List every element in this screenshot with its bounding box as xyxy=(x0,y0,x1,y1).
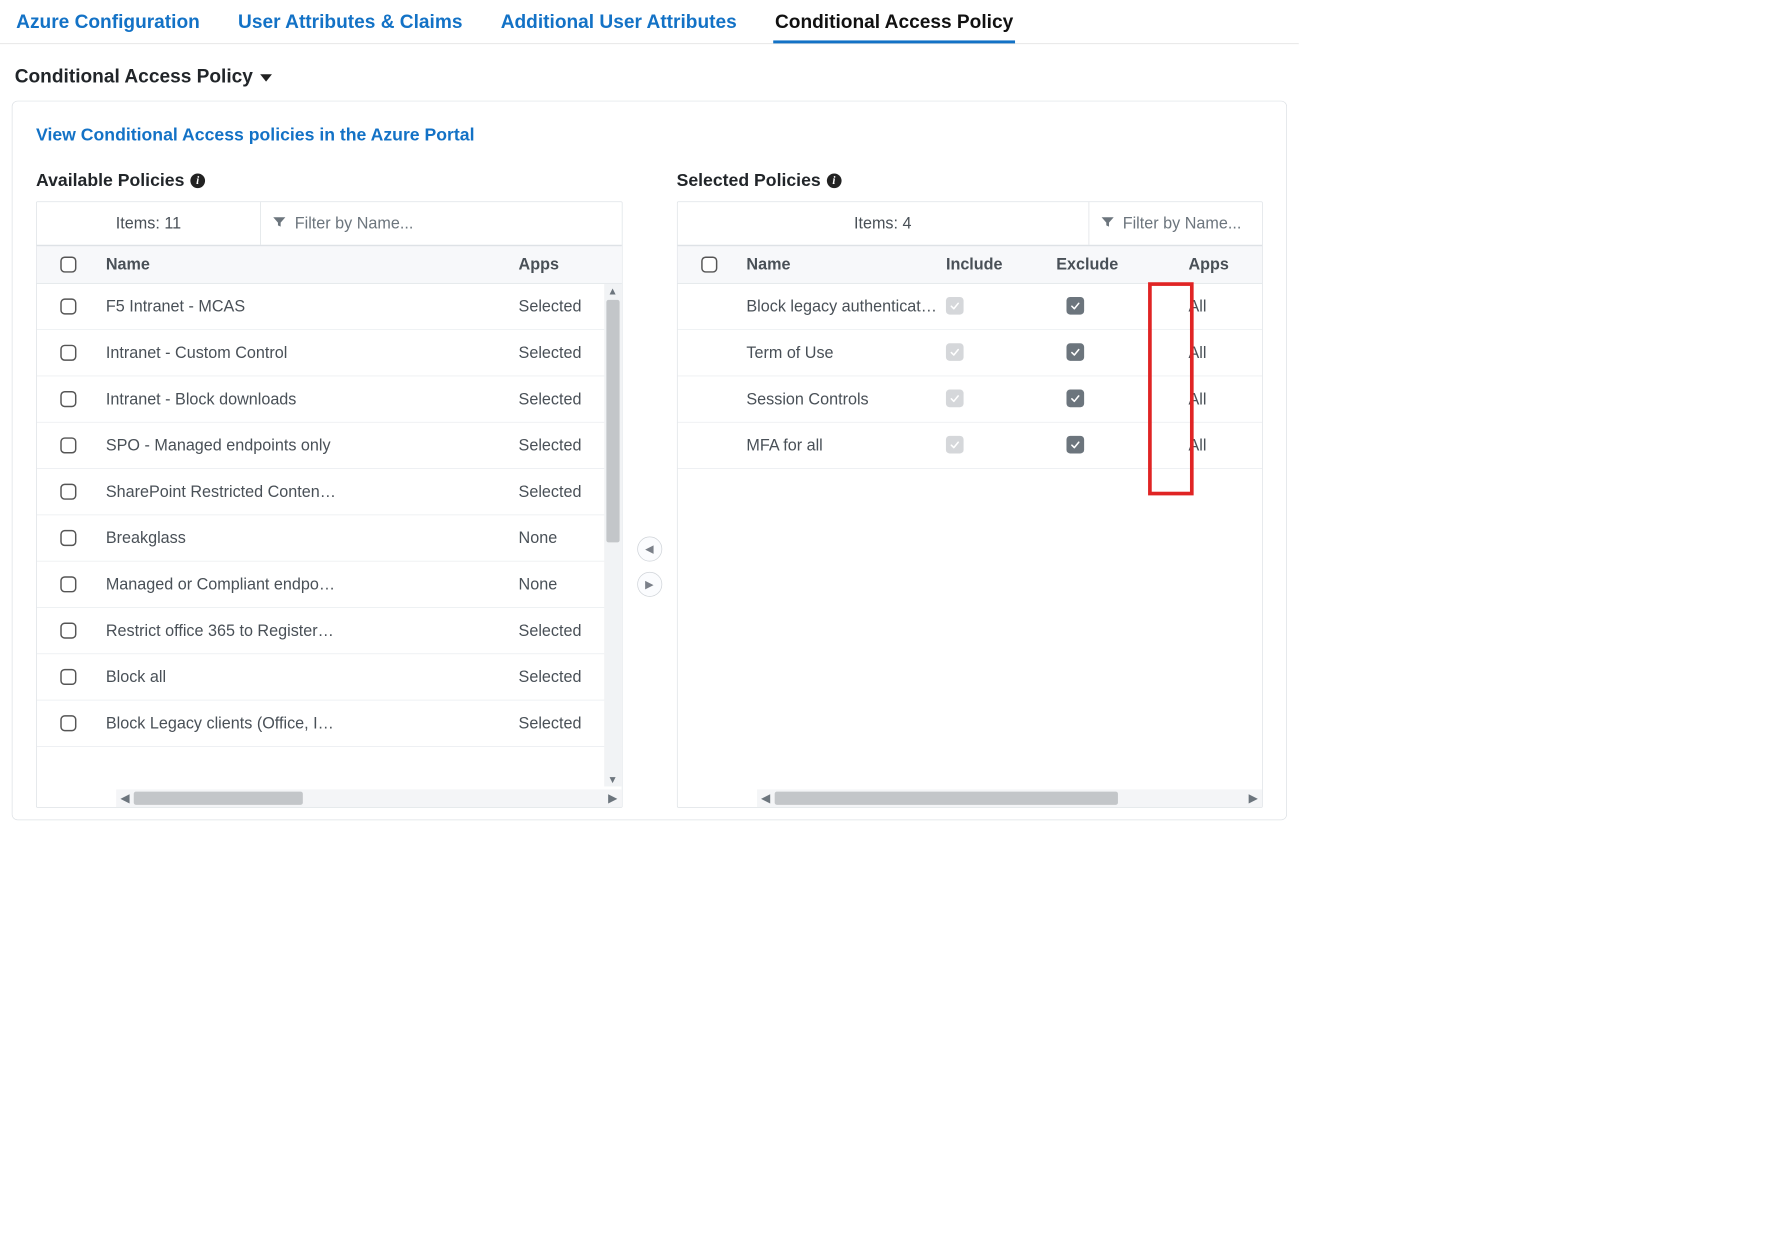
table-row[interactable]: Restrict office 365 to Register… Selecte… xyxy=(37,608,622,654)
exclude-checkbox[interactable] xyxy=(1066,390,1084,408)
table-row[interactable]: Block legacy authenticat… All xyxy=(677,284,1262,330)
table-row[interactable]: SPO - Managed endpoints only Selected xyxy=(37,423,622,469)
row-name: Block legacy authenticat… xyxy=(741,297,946,316)
row-name: MFA for all xyxy=(741,436,946,455)
row-checkbox[interactable] xyxy=(60,715,76,731)
selected-filter-input[interactable] xyxy=(1123,214,1252,233)
selected-col-include[interactable]: Include xyxy=(946,255,1056,274)
section-title: Conditional Access Policy xyxy=(15,65,253,88)
selected-col-exclude[interactable]: Exclude xyxy=(1056,255,1188,274)
row-apps: All xyxy=(1188,436,1262,455)
info-icon[interactable]: i xyxy=(190,173,205,188)
table-row[interactable]: MFA for all All xyxy=(677,423,1262,469)
row-checkbox[interactable] xyxy=(60,530,76,546)
selected-select-all-checkbox[interactable] xyxy=(701,257,717,273)
row-checkbox[interactable] xyxy=(60,576,76,592)
available-grid: Items: 11 Name Apps F xyxy=(36,201,622,807)
row-checkbox[interactable] xyxy=(60,391,76,407)
table-row[interactable]: Breakglass None xyxy=(37,515,622,561)
tabs-bar: Azure Configuration User Attributes & Cl… xyxy=(0,0,1299,44)
table-row[interactable]: Managed or Compliant endpo… None xyxy=(37,562,622,608)
policy-panel: View Conditional Access policies in the … xyxy=(12,101,1287,821)
row-name: F5 Intranet - MCAS xyxy=(100,297,519,316)
selected-col-apps[interactable]: Apps xyxy=(1188,255,1262,274)
row-name: Breakglass xyxy=(100,528,519,547)
row-name: Managed or Compliant endpo… xyxy=(100,575,519,594)
table-row[interactable]: Session Controls All xyxy=(677,376,1262,422)
row-name: SPO - Managed endpoints only xyxy=(100,436,519,455)
horizontal-scrollbar[interactable]: ◀ ▶ xyxy=(757,789,1262,807)
table-row[interactable]: SharePoint Restricted Conten… Selected xyxy=(37,469,622,515)
table-row[interactable]: Block all Selected xyxy=(37,654,622,700)
row-name: Term of Use xyxy=(741,343,946,362)
available-col-name[interactable]: Name xyxy=(100,255,519,274)
row-name: Session Controls xyxy=(741,390,946,409)
table-row[interactable]: Intranet - Block downloads Selected xyxy=(37,376,622,422)
tab-conditional-access-policy[interactable]: Conditional Access Policy xyxy=(774,7,1015,43)
azure-portal-link[interactable]: View Conditional Access policies in the … xyxy=(36,125,474,146)
exclude-checkbox[interactable] xyxy=(1066,343,1084,361)
filter-icon xyxy=(271,214,287,234)
move-right-button[interactable]: ▶ xyxy=(637,571,662,596)
table-row[interactable]: Block Legacy clients (Office, I… Selecte… xyxy=(37,700,622,746)
row-checkbox[interactable] xyxy=(60,345,76,361)
scroll-left-icon[interactable]: ◀ xyxy=(116,791,134,806)
horizontal-scrollbar[interactable]: ◀ ▶ xyxy=(116,789,621,807)
move-left-button[interactable]: ◀ xyxy=(637,536,662,561)
scroll-right-icon[interactable]: ▶ xyxy=(604,791,622,806)
scroll-thumb[interactable] xyxy=(134,792,303,805)
section-toggle[interactable]: Conditional Access Policy xyxy=(0,44,1299,101)
scroll-right-icon[interactable]: ▶ xyxy=(1244,791,1262,806)
vertical-scrollbar[interactable]: ▲ ▼ xyxy=(604,284,622,787)
tab-additional-user-attributes[interactable]: Additional User Attributes xyxy=(499,7,738,43)
table-row[interactable]: F5 Intranet - MCAS Selected xyxy=(37,284,622,330)
available-select-all-checkbox[interactable] xyxy=(60,257,76,273)
row-name: Restrict office 365 to Register… xyxy=(100,621,519,640)
available-table-body: F5 Intranet - MCAS Selected Intranet - C… xyxy=(37,284,622,787)
scroll-thumb[interactable] xyxy=(606,300,619,543)
available-col-apps[interactable]: Apps xyxy=(519,255,622,274)
row-apps: All xyxy=(1188,390,1262,409)
transfer-buttons: ◀ ▶ xyxy=(637,536,662,596)
row-name: Intranet - Custom Control xyxy=(100,343,519,362)
scroll-left-icon[interactable]: ◀ xyxy=(757,791,775,806)
tab-azure-configuration[interactable]: Azure Configuration xyxy=(15,7,202,43)
selected-policies-column: Selected Policies i Items: 4 Name xyxy=(677,171,1263,808)
tab-user-attributes-claims[interactable]: User Attributes & Claims xyxy=(237,7,464,43)
include-checkbox xyxy=(946,343,964,361)
filter-icon xyxy=(1099,214,1115,234)
table-row[interactable]: Intranet - Custom Control Selected xyxy=(37,330,622,376)
row-apps: All xyxy=(1188,343,1262,362)
row-checkbox[interactable] xyxy=(60,669,76,685)
scroll-thumb[interactable] xyxy=(774,792,1117,805)
table-row[interactable]: Term of Use All xyxy=(677,330,1262,376)
row-name: SharePoint Restricted Conten… xyxy=(100,482,519,501)
available-title: Available Policies xyxy=(36,171,184,192)
row-name: Intranet - Block downloads xyxy=(100,390,519,409)
row-checkbox[interactable] xyxy=(60,623,76,639)
include-checkbox xyxy=(946,390,964,408)
row-name: Block Legacy clients (Office, I… xyxy=(100,714,519,733)
available-items-count: Items: 11 xyxy=(37,202,261,245)
row-name: Block all xyxy=(100,667,519,686)
scroll-down-icon[interactable]: ▼ xyxy=(604,772,622,787)
caret-down-icon xyxy=(260,74,272,81)
selected-items-count: Items: 4 xyxy=(677,202,1089,245)
selected-grid: Items: 4 Name Include Exclude Apps xyxy=(677,201,1263,807)
row-checkbox[interactable] xyxy=(60,484,76,500)
info-icon[interactable]: i xyxy=(827,173,842,188)
include-checkbox xyxy=(946,297,964,315)
selected-col-name[interactable]: Name xyxy=(741,255,946,274)
exclude-checkbox[interactable] xyxy=(1066,297,1084,315)
include-checkbox xyxy=(946,436,964,454)
available-filter-input[interactable] xyxy=(295,214,611,233)
selected-table-body: Block legacy authenticat… All Term of Us… xyxy=(677,284,1262,787)
row-apps: All xyxy=(1188,297,1262,316)
row-checkbox[interactable] xyxy=(60,298,76,314)
available-policies-column: Available Policies i Items: 11 Name xyxy=(36,171,622,808)
exclude-checkbox[interactable] xyxy=(1066,436,1084,454)
row-checkbox[interactable] xyxy=(60,437,76,453)
selected-title: Selected Policies xyxy=(677,171,821,192)
scroll-up-icon[interactable]: ▲ xyxy=(604,284,622,299)
